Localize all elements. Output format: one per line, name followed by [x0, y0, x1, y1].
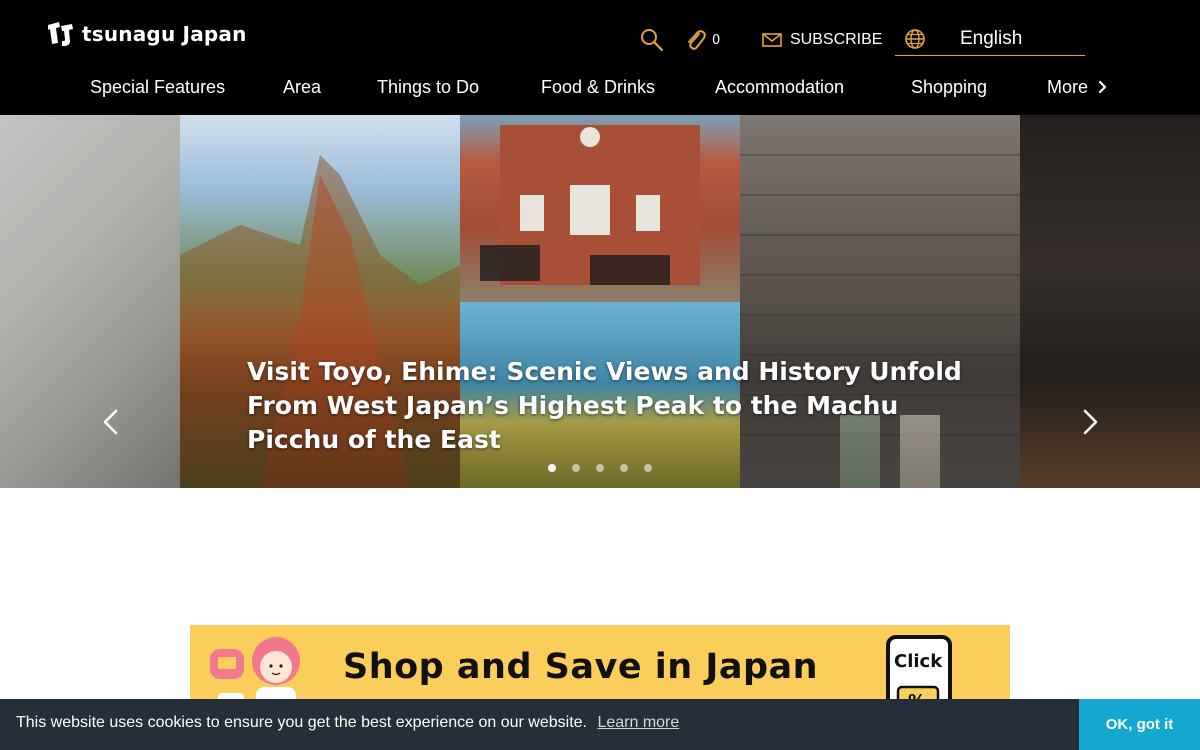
globe-icon: [905, 28, 925, 49]
carousel-prev-button[interactable]: [99, 407, 123, 437]
language-label: English: [960, 27, 1023, 49]
main-nav: Special Features Area Things to Do Food …: [0, 70, 1200, 104]
hero-title[interactable]: Visit Toyo, Ehime: Scenic Views and Hist…: [247, 355, 967, 457]
chevron-right-icon: [1098, 80, 1107, 94]
subscribe-button[interactable]: SUBSCRIBE: [762, 24, 882, 56]
subscribe-label: SUBSCRIBE: [790, 31, 883, 48]
nav-item-special-features[interactable]: Special Features: [90, 70, 225, 104]
nav-item-shopping[interactable]: Shopping: [911, 70, 987, 104]
carousel-dot[interactable]: [572, 464, 580, 472]
carousel-dot[interactable]: [548, 464, 556, 472]
language-selector[interactable]: English: [895, 24, 1085, 56]
carousel-dot[interactable]: [644, 464, 652, 472]
envelope-icon: [762, 33, 782, 47]
search-button[interactable]: [640, 24, 666, 56]
logo-icon: [48, 22, 73, 46]
carousel-dots: [548, 464, 652, 472]
search-icon: [641, 29, 664, 52]
nav-more-label: More: [1047, 77, 1089, 97]
logo-text: tsunagu Japan: [82, 22, 247, 46]
learn-more-link[interactable]: Learn more: [597, 714, 679, 731]
paperclip-icon: [688, 30, 706, 50]
site-header: tsunagu Japan 0 SUBSCRIBE English Specia…: [0, 0, 1200, 115]
nav-item-food-drinks[interactable]: Food & Drinks: [541, 70, 655, 104]
nav-item-accommodation[interactable]: Accommodation: [715, 70, 844, 104]
cookie-message: This website uses cookies to ensure you …: [16, 714, 679, 732]
clips-button[interactable]: 0: [684, 24, 720, 56]
cookie-consent-bar: This website uses cookies to ensure you …: [0, 699, 1200, 750]
hero-carousel: Visit Toyo, Ehime: Scenic Views and Hist…: [0, 115, 1200, 488]
cookie-accept-button[interactable]: OK, got it: [1079, 699, 1200, 750]
next-slide-image[interactable]: [1020, 115, 1200, 488]
nav-item-more[interactable]: More: [1047, 70, 1108, 104]
site-logo[interactable]: tsunagu Japan: [44, 18, 247, 50]
clip-count: 0: [712, 32, 721, 48]
hero-slide[interactable]: Visit Toyo, Ehime: Scenic Views and Hist…: [180, 115, 1020, 488]
nav-item-area[interactable]: Area: [283, 70, 321, 104]
carousel-next-button[interactable]: [1078, 407, 1102, 437]
chevron-left-icon: [103, 409, 118, 435]
carousel-dot[interactable]: [620, 464, 628, 472]
banner-headline: Shop and Save in Japan: [343, 647, 819, 687]
chevron-right-icon: [1083, 409, 1098, 435]
click-label: Click: [894, 651, 943, 672]
nav-item-things-to-do[interactable]: Things to Do: [377, 70, 479, 104]
previous-slide-image[interactable]: [0, 115, 180, 488]
cookie-message-text: This website uses cookies to ensure you …: [16, 714, 587, 731]
carousel-dot[interactable]: [596, 464, 604, 472]
